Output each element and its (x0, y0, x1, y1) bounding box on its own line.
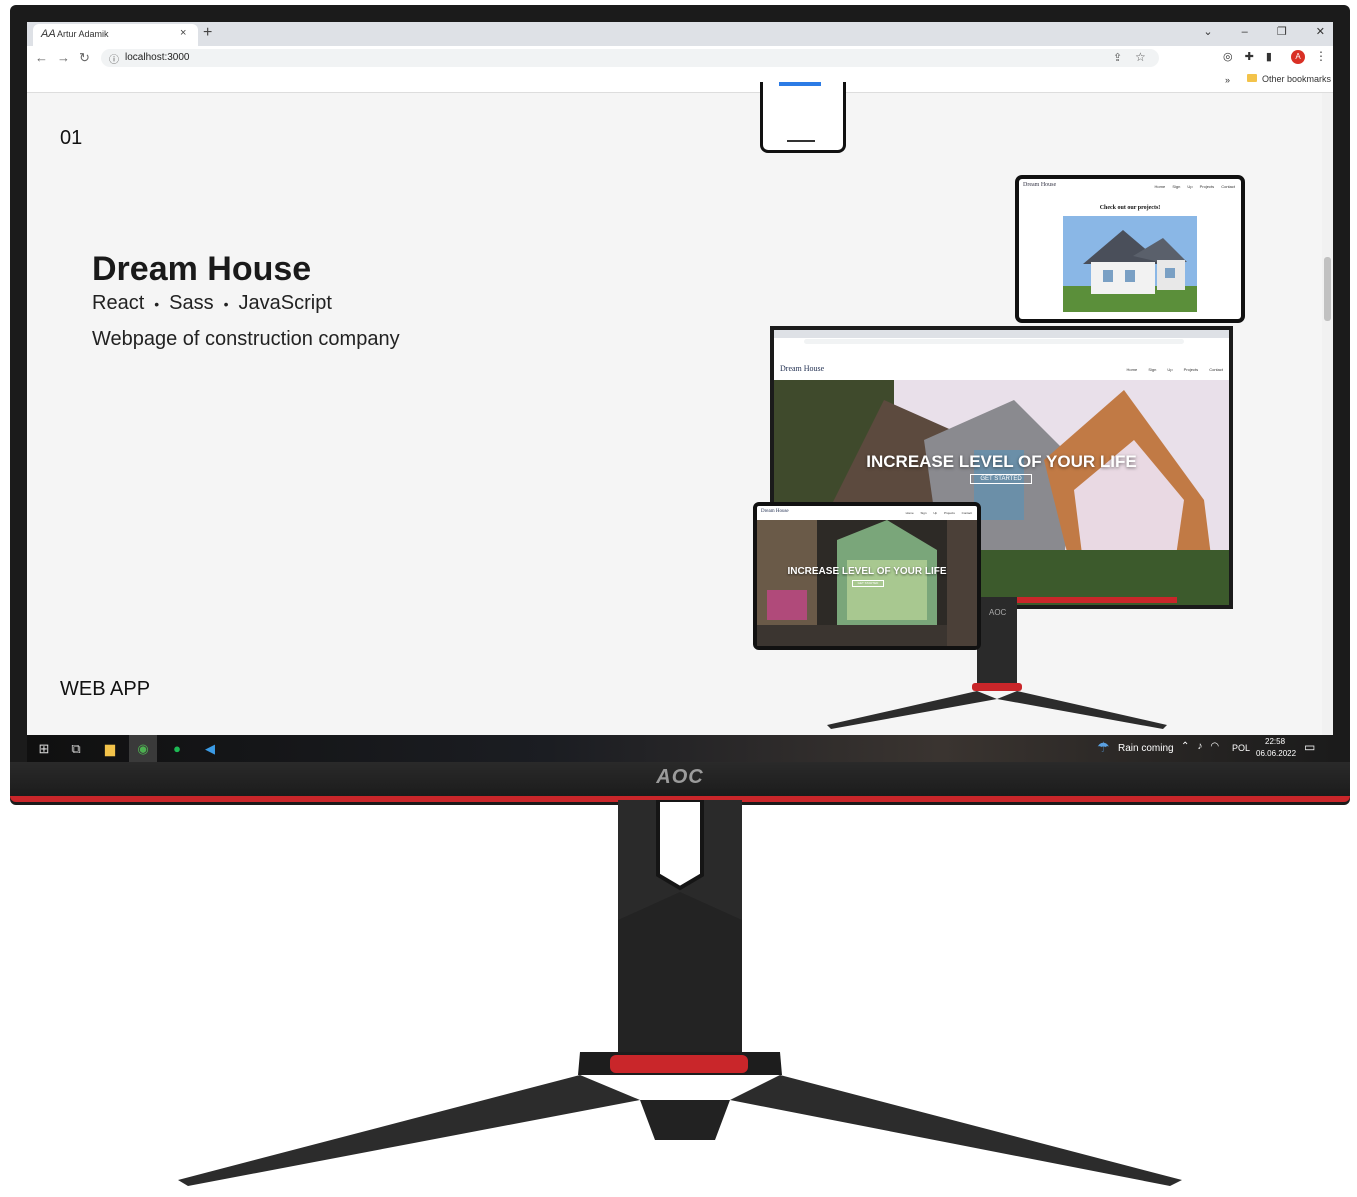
weather-umbrella-icon[interactable]: ☂ (1097, 739, 1110, 756)
browser-toolbar: ← → ↻ ⓘ localhost:3000 ⇪ ☆ ◎ ✚ ▮ A ⋮ (27, 46, 1333, 70)
clock-date[interactable]: 06.06.2022 (1256, 749, 1296, 758)
favicon-icon: AA (41, 28, 56, 40)
screen: AA Artur Adamik × + ⌄ – ❐ ✕ ← → ↻ ⓘ loca… (27, 22, 1333, 762)
chrome-icon[interactable]: ◉ (134, 740, 152, 758)
volume-icon[interactable]: ♪ (1197, 741, 1202, 752)
laptop-hero-cta: GET STARTED (852, 580, 884, 587)
tab-search-icon[interactable]: ⌄ (1203, 26, 1212, 38)
phone-header (779, 82, 821, 86)
tablet-nav: Home Sign Up Projects Contact (1154, 184, 1235, 189)
tablet-logo: Dream House (1023, 182, 1057, 188)
spotify-icon[interactable]: ● (168, 740, 186, 758)
bookmarks-overflow-icon[interactable]: » (1225, 75, 1230, 85)
mockup-tabbar (774, 330, 1229, 338)
mockup-brand: AOC (989, 608, 1007, 617)
mockup-nav: Home Sign Up Projects Contact (1126, 367, 1223, 372)
weather-text[interactable]: Rain coming (1118, 743, 1174, 754)
folder-icon (1247, 74, 1257, 82)
bullet-separator: • (223, 296, 229, 312)
clock-time[interactable]: 22:58 (1265, 737, 1285, 746)
tab-title: Artur Adamik (57, 29, 109, 39)
tray-chevron-icon[interactable]: ⌃ (1181, 741, 1189, 752)
house-image (1063, 216, 1197, 312)
browser-tabbar: AA Artur Adamik × + ⌄ – ❐ ✕ (27, 22, 1333, 46)
vscode-icon[interactable]: ◀ (201, 740, 219, 758)
network-icon[interactable]: ◠ (1210, 741, 1219, 752)
window-controls: ⌄ – ❐ ✕ (1177, 25, 1325, 38)
tablet-heading: Check out our projects! (1099, 205, 1161, 211)
address-bar[interactable]: ⓘ localhost:3000 ⇪ ☆ (101, 49, 1159, 67)
phone-mockup (760, 82, 846, 153)
notification-icon[interactable]: ▭ (1304, 740, 1315, 754)
restore-button[interactable]: ❐ (1277, 26, 1287, 38)
site-info-icon[interactable]: ⓘ (109, 51, 119, 66)
project-title: Dream House (92, 250, 312, 288)
tablet-mockup: Dream House Home Sign Up Projects Contac… (1015, 175, 1245, 323)
bookmarks-bar: » Other bookmarks (27, 70, 1333, 93)
mockup-omnibox (804, 339, 1184, 344)
new-tab-button[interactable]: + (203, 24, 212, 42)
bookmark-star-icon[interactable]: ☆ (1135, 50, 1146, 64)
task-view-icon[interactable]: ⧉ (67, 740, 85, 758)
profile-avatar[interactable]: A (1291, 50, 1305, 64)
side-panel-icon[interactable]: ▮ (1266, 51, 1272, 63)
windows-start-icon[interactable]: ⊞ (35, 740, 53, 758)
tech-react: React (92, 292, 145, 314)
file-explorer-icon[interactable]: ▆ (101, 740, 119, 758)
url-text: localhost:3000 (125, 52, 190, 63)
tech-stack: React • Sass • JavaScript (92, 292, 332, 315)
laptop-mockup: Dream House Home Sign Up Projects Contac… (753, 502, 981, 650)
project-category: WEB APP (60, 678, 151, 700)
laptop-nav: Home Sign Up Projects Contact (905, 511, 972, 515)
more-menu-icon[interactable]: ⋮ (1315, 49, 1327, 63)
hero-cta-button: GET STARTED (970, 474, 1032, 484)
windows-taskbar: ⊞ ⧉ ▆ ◉ ● ◀ ☂ Rain coming ⌃ ♪ ◠ POL 22:58 … (27, 735, 1333, 762)
share-icon[interactable]: ⇪ (1113, 51, 1122, 64)
language-indicator[interactable]: POL (1232, 743, 1250, 753)
scrollbar[interactable] (1322, 93, 1333, 735)
bullet-separator: • (154, 296, 160, 312)
scrollbar-thumb[interactable] (1324, 257, 1331, 321)
system-tray: ⌃ ♪ ◠ (1181, 741, 1227, 752)
tech-javascript: JavaScript (238, 292, 332, 314)
hero-headline: INCREASE LEVEL OF YOUR LIFE (866, 452, 1137, 471)
tab-artur-adamik[interactable]: AA Artur Adamik × (33, 24, 198, 46)
back-arrow-icon[interactable]: ← (35, 50, 48, 65)
forward-arrow-icon[interactable]: → (57, 50, 70, 65)
project-description: Webpage of construction company (92, 328, 400, 350)
minimize-button[interactable]: – (1242, 26, 1248, 38)
project-number: 01 (60, 127, 83, 149)
extension-icon[interactable]: ◎ (1223, 51, 1233, 63)
laptop-hero-headline: INCREASE LEVEL OF YOUR LIFE (787, 566, 947, 577)
tech-sass: Sass (169, 292, 214, 314)
monitor-stand (178, 800, 1182, 1186)
close-window-button[interactable]: ✕ (1316, 26, 1325, 38)
reload-icon[interactable]: ↻ (79, 50, 90, 66)
phone-home-indicator (787, 140, 815, 142)
extension-icons: ◎ ✚ ▮ (1223, 50, 1284, 63)
monitor-brand-logo: AOC (656, 766, 704, 788)
mockup-logo: Dream House (780, 364, 825, 373)
close-tab-icon[interactable]: × (180, 27, 186, 39)
puzzle-icon[interactable]: ✚ (1245, 51, 1254, 63)
laptop-logo: Dream House (761, 509, 789, 514)
other-bookmarks-link[interactable]: Other bookmarks (1262, 74, 1331, 84)
